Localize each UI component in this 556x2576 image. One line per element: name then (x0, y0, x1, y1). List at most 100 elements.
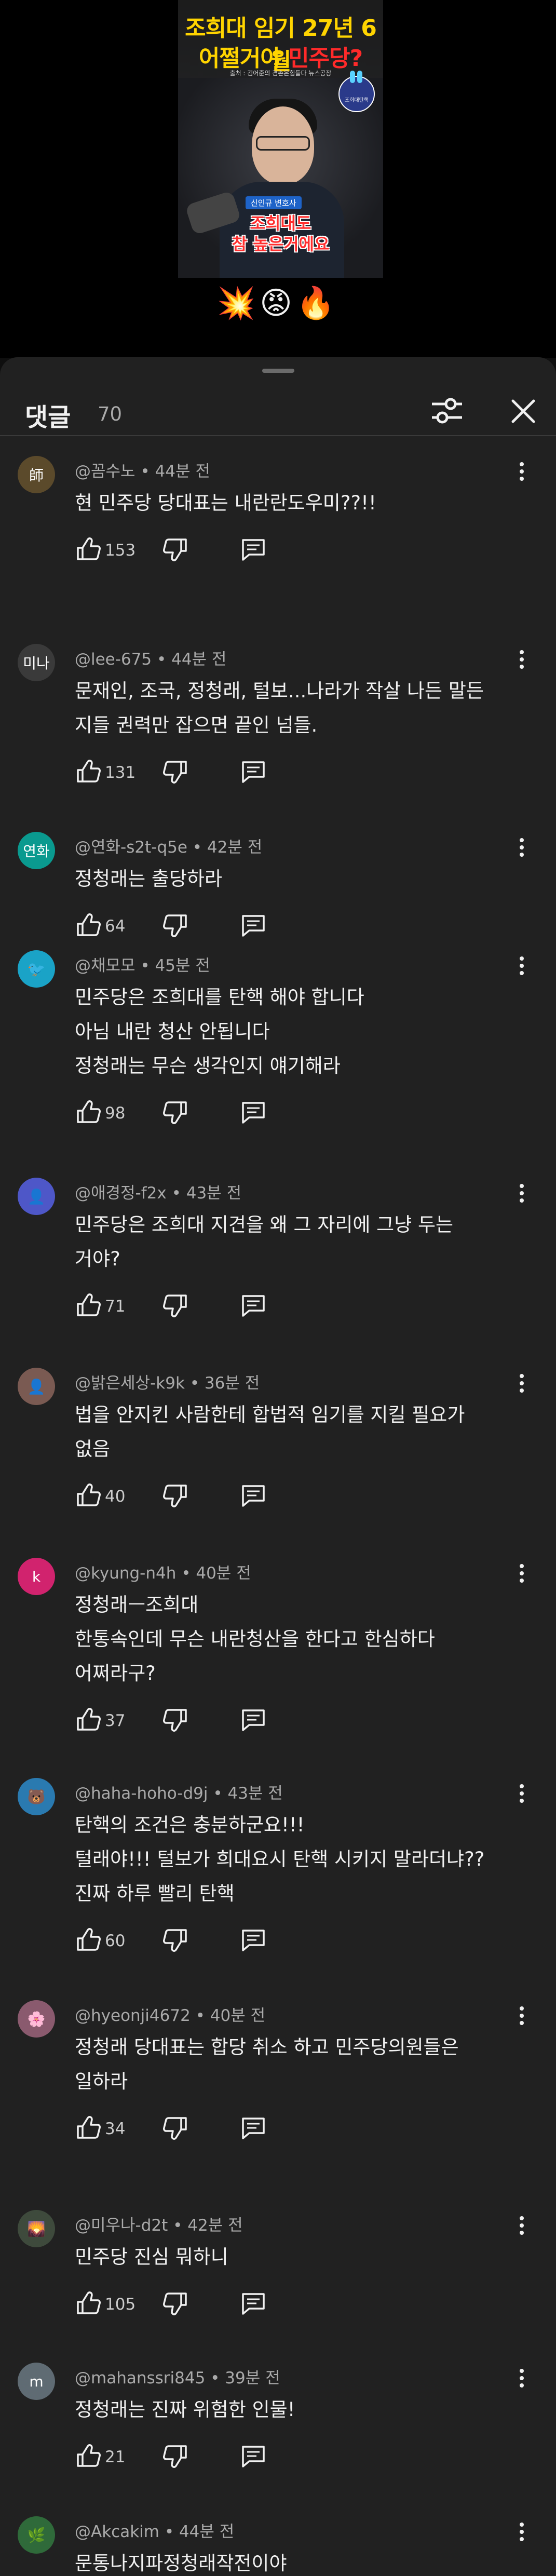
avatar[interactable]: 🐦 (18, 950, 55, 988)
dislike-icon[interactable] (160, 1704, 191, 1735)
comment-author[interactable]: @lee-675 • 44분 전 (75, 646, 226, 669)
comment-text: 정청래는 진짜 위험한 인물! (75, 2393, 295, 2427)
like-icon[interactable] (73, 910, 104, 941)
more-options-icon[interactable] (514, 2516, 530, 2547)
avatar-text: 👤 (27, 1378, 46, 1395)
comment-text-line: 정청래ㅡ조희대 (75, 1594, 199, 1616)
more-options-icon[interactable] (514, 1368, 530, 1399)
comment-text-line: 정청래 당대표는 합당 취소 하고 민주당의원들은 (75, 2036, 459, 2058)
like-count: 21 (105, 2448, 126, 2466)
reply-icon[interactable] (238, 910, 269, 941)
more-options-icon[interactable] (514, 1178, 530, 1209)
close-icon[interactable] (507, 395, 540, 428)
dislike-icon[interactable] (160, 2440, 191, 2472)
like-icon[interactable] (73, 1097, 104, 1128)
caption-line2: 참 높은거에요 (232, 234, 330, 254)
more-options-icon[interactable] (514, 832, 530, 863)
avatar[interactable]: 🌄 (18, 2210, 55, 2247)
reply-icon[interactable] (238, 2112, 269, 2143)
thumbnail-title-prefix: 어쩔거야 (198, 45, 289, 72)
comment-author[interactable]: @kyung-n4h • 40분 전 (75, 1560, 251, 1583)
more-options-icon[interactable] (514, 1778, 530, 1809)
like-icon[interactable] (73, 1924, 104, 1955)
more-options-icon[interactable] (514, 2000, 530, 2031)
like-count: 98 (105, 1104, 126, 1123)
reply-icon[interactable] (238, 756, 269, 787)
avatar[interactable]: 연화 (18, 832, 55, 869)
dislike-icon[interactable] (160, 1290, 191, 1321)
glasses-icon (256, 136, 310, 151)
avatar[interactable]: k (18, 1558, 55, 1595)
comment-actions: 37 (73, 1704, 343, 1735)
comment-actions: 98 (73, 1097, 343, 1128)
comment-item: 👤 @애경정-f2x • 43분 전 민주당은 조희대 지견을 왜 그 자리에 … (0, 1178, 556, 1355)
dislike-icon[interactable] (160, 1097, 191, 1128)
dislike-icon[interactable] (160, 1480, 191, 1511)
comment-author[interactable]: @hyeonji4672 • 40분 전 (75, 2002, 265, 2026)
like-icon[interactable] (73, 1290, 104, 1321)
sort-filter-icon[interactable] (429, 394, 465, 428)
avatar[interactable]: 👤 (18, 1178, 55, 1215)
comment-text: 정청래는 출당하라 (75, 862, 222, 896)
reply-icon[interactable] (238, 1290, 269, 1321)
dislike-icon[interactable] (160, 910, 191, 941)
more-options-icon[interactable] (514, 1558, 530, 1589)
dislike-icon[interactable] (160, 2288, 191, 2319)
reply-icon[interactable] (238, 2288, 269, 2319)
avatar[interactable]: 미나 (18, 644, 55, 681)
comment-actions: 34 (73, 2112, 343, 2143)
dislike-icon[interactable] (160, 756, 191, 787)
avatar[interactable]: m (18, 2363, 55, 2400)
like-icon[interactable] (73, 534, 104, 565)
like-icon[interactable] (73, 756, 104, 787)
reply-icon[interactable] (238, 1924, 269, 1955)
like-icon[interactable] (73, 2440, 104, 2472)
comment-author[interactable]: @미우나-d2t • 42분 전 (75, 2212, 243, 2235)
comment-item: 👤 @밝은세상-k9k • 36분 전 법을 안지킨 사람한테 합법적 임기를 … (0, 1368, 556, 1545)
more-options-icon[interactable] (514, 950, 530, 981)
avatar[interactable]: 🐻 (18, 1778, 55, 1815)
more-options-icon[interactable] (514, 644, 530, 675)
like-count: 105 (105, 2295, 136, 2314)
comment-text-line: 거야? (75, 1248, 120, 1270)
comments-sheet: 댓글 70 師 @꼼수노 • 44분 전 현 민주당 당대표는 내란란도우미??… (0, 357, 556, 2576)
comment-text-line: 정청래는 진짜 위험한 인물! (75, 2398, 295, 2421)
comment-author[interactable]: @채모모 • 45분 전 (75, 952, 210, 976)
like-icon[interactable] (73, 2112, 104, 2143)
comment-actions: 21 (73, 2440, 343, 2472)
comment-text-line: 문재인, 조국, 정청래, 털보...나라가 작살 나든 말든 (75, 680, 484, 702)
reply-icon[interactable] (238, 1704, 269, 1735)
reply-icon[interactable] (238, 1097, 269, 1128)
comment-author[interactable]: @밝은세상-k9k • 36분 전 (75, 1370, 260, 1393)
video-thumbnail[interactable]: 조희대 임기 27년 6월 어쩔거야 민주당? 출처 : 김어준의 겸손은힘들다… (178, 0, 383, 278)
comment-author[interactable]: @애경정-f2x • 43분 전 (75, 1180, 241, 1203)
like-icon[interactable] (73, 2288, 104, 2319)
bunny-ear-right (357, 71, 362, 83)
avatar-text: 미나 (23, 655, 50, 672)
drag-handle[interactable] (262, 369, 294, 373)
avatar[interactable]: 🌸 (18, 2000, 55, 2038)
dislike-icon[interactable] (160, 2112, 191, 2143)
dislike-icon[interactable] (160, 1924, 191, 1955)
reply-icon[interactable] (238, 1480, 269, 1511)
avatar-text: 🐻 (27, 1788, 46, 1805)
dislike-icon[interactable] (160, 534, 191, 565)
video-preview[interactable]: 조희대 임기 27년 6월 어쩔거야 민주당? 출처 : 김어준의 겸손은힘들다… (0, 0, 556, 358)
like-icon[interactable] (73, 1480, 104, 1511)
comment-author[interactable]: @mahanssri845 • 39분 전 (75, 2365, 280, 2388)
avatar[interactable]: 🌿 (18, 2516, 55, 2554)
comment-author[interactable]: @꼼수노 • 44분 전 (75, 458, 210, 481)
avatar[interactable]: 師 (18, 456, 55, 493)
comment-text: 정청래ㅡ조희대 한통속인데 무슨 내란청산을 한다고 한심하다 어쩌라구? (75, 1588, 435, 1691)
more-options-icon[interactable] (514, 2210, 530, 2241)
like-icon[interactable] (73, 1704, 104, 1735)
avatar[interactable]: 👤 (18, 1368, 55, 1405)
reply-icon[interactable] (238, 534, 269, 565)
comment-author[interactable]: @haha-hoho-d9j • 43분 전 (75, 1780, 283, 1803)
comment-author[interactable]: @연화-s2t-q5e • 42분 전 (75, 834, 262, 857)
more-options-icon[interactable] (514, 456, 530, 487)
more-options-icon[interactable] (514, 2363, 530, 2394)
comment-author[interactable]: @Akcakim • 44분 전 (75, 2518, 234, 2542)
comment-text: 민주당은 조희대를 탄핵 해야 합니다 아님 내란 청산 안됩니다 정청래는 무슨 … (75, 980, 364, 1083)
reply-icon[interactable] (238, 2440, 269, 2472)
